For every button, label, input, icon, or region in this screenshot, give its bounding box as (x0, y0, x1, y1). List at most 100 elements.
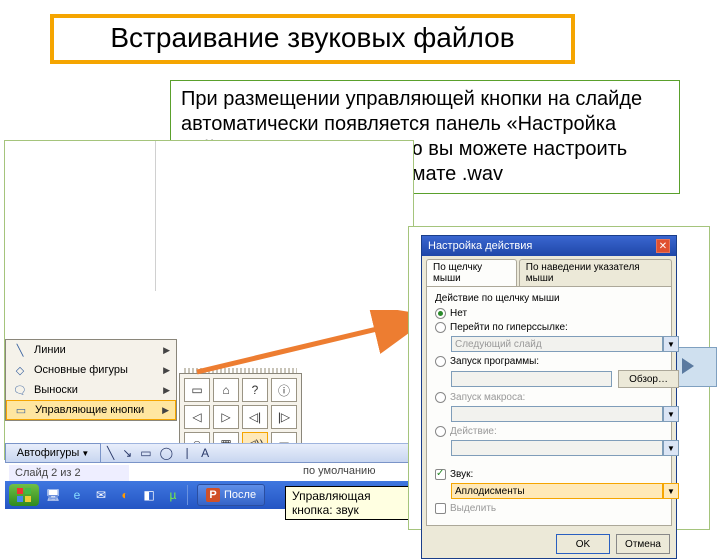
drawing-toolbar: ╲ ↘ ▭ ◯ ⼁ A (101, 443, 413, 463)
autoshapes-toolbar-button[interactable]: Автофигуры ▼ (5, 443, 101, 463)
sound-placeholder-shape[interactable] (673, 347, 717, 387)
draw-tool-3[interactable]: ◯ (160, 446, 173, 460)
hyperlink-combo[interactable]: ▼ (451, 336, 679, 352)
slide-title-box: Встраивание звуковых файлов (50, 14, 575, 64)
taskbar-icon-firefox[interactable]: ◐ (115, 485, 135, 505)
chevron-right-icon: ▶ (163, 385, 170, 396)
hyperlink-value[interactable] (451, 336, 663, 352)
action-button-2[interactable]: ? (242, 378, 268, 402)
start-button[interactable] (9, 484, 39, 506)
slide-canvas (155, 141, 413, 291)
option-run-program[interactable]: Запуск программы: (435, 356, 663, 367)
dialog-title-text: Настройка действия (428, 240, 532, 252)
windows-logo-icon (16, 487, 32, 503)
close-icon[interactable]: ✕ (656, 239, 670, 253)
dropdown-icon[interactable]: ▼ (663, 336, 679, 352)
option-label: Нет (450, 308, 467, 319)
checkbox-label: Выделить (450, 503, 496, 514)
sound-combo[interactable]: ▼ (451, 483, 679, 499)
macro-input (451, 406, 663, 422)
action-button-1[interactable]: ⌂ (213, 378, 239, 402)
tab-on-click[interactable]: По щелчку мыши (426, 259, 517, 286)
cancel-button[interactable]: Отмена (616, 534, 670, 554)
option-run-macro: Запуск макроса: (435, 392, 663, 403)
dropdown-icon: ▼ (663, 440, 679, 456)
option-label: Запуск макроса: (450, 392, 525, 403)
group-label: Действие по щелчку мыши (435, 293, 663, 304)
action-button-4[interactable]: ◁ (184, 405, 210, 429)
option-hyperlink[interactable]: Перейти по гиперссылке: (435, 322, 663, 333)
ok-button[interactable]: OK (556, 534, 610, 554)
taskbar-task-powerpoint[interactable]: P После (197, 484, 265, 506)
checkbox-icon (435, 469, 446, 480)
callout-icon: 🗨 (12, 382, 28, 398)
draw-tool-4[interactable]: ⼁ (181, 445, 193, 462)
task-label: После (224, 489, 256, 501)
chevron-right-icon: ▶ (162, 405, 169, 416)
taskbar-icon-monitor[interactable]: 🖥 (43, 485, 63, 505)
checkbox-sound[interactable]: Звук: (435, 469, 663, 480)
layout-label: по умолчанию (303, 465, 375, 477)
menu-item-action-buttons[interactable]: ▭ Управляющие кнопки ▶ (6, 400, 176, 420)
draw-tool-1[interactable]: ↘ (122, 446, 132, 460)
dialog-titlebar[interactable]: Настройка действия ✕ (422, 236, 676, 256)
object-action-combo: ▼ (451, 440, 679, 456)
dialog-buttons: OK Отмена (422, 530, 676, 558)
powerpoint-icon: P (206, 488, 220, 502)
action-button-6[interactable]: ◁| (242, 405, 268, 429)
option-object-action: Действие: (435, 426, 663, 437)
powerpoint-window-fragment: 7 · 6 · 5 · ╲ Линии ▶ ◇ Основные фигуры … (4, 140, 414, 460)
checkbox-icon (435, 503, 446, 514)
program-path-input[interactable] (451, 371, 612, 387)
checkbox-highlight: Выделить (435, 503, 663, 514)
menu-item-label: Управляющие кнопки (35, 404, 144, 416)
chevron-right-icon: ▶ (163, 365, 170, 376)
slide-title: Встраивание звуковых файлов (62, 22, 563, 54)
action-button-7[interactable]: |▷ (271, 405, 297, 429)
menu-item-callouts[interactable]: 🗨 Выноски ▶ (6, 380, 176, 400)
object-action-input (451, 440, 663, 456)
action-button-3[interactable]: ⓘ (271, 378, 297, 402)
autoshapes-label: Автофигуры (17, 447, 80, 459)
slide-counter: Слайд 2 из 2 (9, 465, 129, 481)
draw-tool-5[interactable]: A (201, 446, 209, 460)
dropdown-icon[interactable]: ▼ (663, 483, 679, 499)
taskbar-icon-utorrent[interactable]: µ (163, 485, 183, 505)
shapes-icon: ◇ (12, 362, 28, 378)
option-none[interactable]: Нет (435, 308, 663, 319)
radio-icon (435, 308, 446, 319)
menu-item-basic-shapes[interactable]: ◇ Основные фигуры ▶ (6, 360, 176, 380)
dialog-panel: Действие по щелчку мыши Нет Перейти по г… (426, 286, 672, 526)
menu-item-label: Выноски (34, 384, 78, 396)
radio-icon (435, 426, 446, 437)
autoshapes-menu: ╲ Линии ▶ ◇ Основные фигуры ▶ 🗨 Выноски … (5, 339, 177, 421)
chevron-right-icon: ▶ (163, 345, 170, 356)
tab-on-hover[interactable]: По наведении указателя мыши (519, 259, 672, 286)
action-button-0[interactable]: ▭ (184, 378, 210, 402)
taskbar-icon-mail[interactable]: ✉ (91, 485, 111, 505)
dropdown-icon: ▼ (81, 449, 89, 458)
radio-icon (435, 322, 446, 333)
draw-tool-2[interactable]: ▭ (140, 446, 151, 460)
action-button-5[interactable]: ▷ (213, 405, 239, 429)
option-label: Перейти по гиперссылке: (450, 322, 568, 333)
action-button-icon: ▭ (13, 402, 29, 418)
menu-item-label: Основные фигуры (34, 364, 128, 376)
browse-button[interactable]: Обзор… (618, 370, 679, 388)
macro-combo: ▼ (451, 406, 679, 422)
radio-icon (435, 356, 446, 367)
draw-tool-0[interactable]: ╲ (107, 446, 114, 460)
sound-value-input[interactable] (451, 483, 663, 499)
lines-icon: ╲ (12, 342, 28, 358)
menu-item-label: Линии (34, 344, 66, 356)
taskbar-icon-generic[interactable]: ◧ (139, 485, 159, 505)
tooltip-action-button-sound: Управляющая кнопка: звук (285, 486, 413, 520)
program-path-row: Обзор… (451, 370, 679, 388)
taskbar-icon-ie[interactable]: e (67, 485, 87, 505)
menu-item-lines[interactable]: ╲ Линии ▶ (6, 340, 176, 360)
option-label: Действие: (450, 426, 497, 437)
option-label: Запуск программы: (450, 356, 539, 367)
action-settings-dialog: Настройка действия ✕ По щелчку мыши По н… (421, 235, 677, 559)
dropdown-icon: ▼ (663, 406, 679, 422)
dialog-preview-frame: Настройка действия ✕ По щелчку мыши По н… (408, 226, 710, 530)
